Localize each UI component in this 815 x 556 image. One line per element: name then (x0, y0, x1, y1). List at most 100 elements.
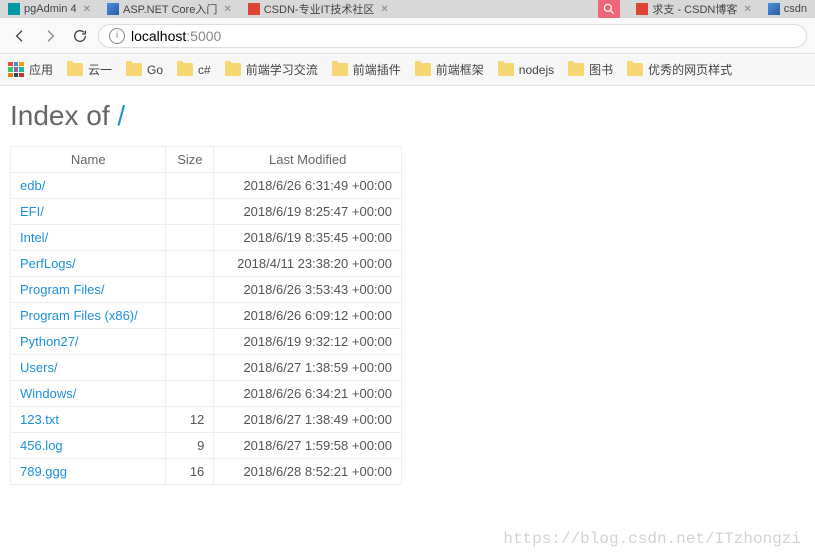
file-size-cell (166, 355, 214, 381)
table-row: Windows/2018/6/26 6:34:21 +00:00 (11, 381, 402, 407)
close-icon[interactable]: ✕ (223, 4, 231, 15)
file-modified-cell: 2018/6/28 8:52:21 +00:00 (214, 459, 402, 485)
tab-favicon (8, 3, 20, 15)
bookmark-folder[interactable]: c# (177, 63, 211, 77)
bookmark-folder[interactable]: Go (126, 63, 163, 77)
file-link[interactable]: Intel/ (20, 230, 48, 245)
column-header-size[interactable]: Size (166, 147, 214, 173)
back-button[interactable] (8, 24, 32, 48)
table-row: 789.ggg 162018/6/28 8:52:21 +00:00 (11, 459, 402, 485)
bookmark-folder[interactable]: nodejs (498, 63, 554, 77)
file-link[interactable]: 123.txt (20, 412, 59, 427)
file-size-cell (166, 199, 214, 225)
file-modified-cell: 2018/6/26 6:09:12 +00:00 (214, 303, 402, 329)
file-name-cell: Python27/ (11, 329, 166, 355)
file-modified-cell: 2018/6/27 1:38:49 +00:00 (214, 407, 402, 433)
page-title: Index of / (10, 100, 805, 132)
file-modified-cell: 2018/6/19 8:25:47 +00:00 (214, 199, 402, 225)
column-header-name[interactable]: Name (11, 147, 166, 173)
folder-icon (415, 63, 431, 76)
file-size-cell: 9 (166, 433, 214, 459)
table-row: EFI/2018/6/19 8:25:47 +00:00 (11, 199, 402, 225)
forward-button[interactable] (38, 24, 62, 48)
file-modified-cell: 2018/6/26 3:53:43 +00:00 (214, 277, 402, 303)
file-name-cell: Users/ (11, 355, 166, 381)
table-row: Program Files/2018/6/26 3:53:43 +00:00 (11, 277, 402, 303)
file-link[interactable]: edb/ (20, 178, 45, 193)
browser-tab[interactable]: pgAdmin 4✕ (0, 0, 99, 18)
column-header-modified[interactable]: Last Modified (214, 147, 402, 173)
table-row: Users/2018/6/27 1:38:59 +00:00 (11, 355, 402, 381)
tab-favicon (768, 3, 780, 15)
close-icon[interactable]: ✕ (743, 4, 751, 15)
file-modified-cell: 2018/6/19 9:32:12 +00:00 (214, 329, 402, 355)
file-modified-cell: 2018/4/11 23:38:20 +00:00 (214, 251, 402, 277)
tab-favicon (107, 3, 119, 15)
folder-icon (177, 63, 193, 76)
bookmark-folder[interactable]: 前端插件 (332, 61, 401, 78)
file-name-cell: Windows/ (11, 381, 166, 407)
file-modified-cell: 2018/6/26 6:34:21 +00:00 (214, 381, 402, 407)
table-row: edb/2018/6/26 6:31:49 +00:00 (11, 173, 402, 199)
browser-tab[interactable]: csdn (760, 0, 815, 18)
file-modified-cell: 2018/6/19 8:35:45 +00:00 (214, 225, 402, 251)
file-modified-cell: 2018/6/27 1:59:58 +00:00 (214, 433, 402, 459)
folder-icon (332, 63, 348, 76)
file-name-cell: 456.log (11, 433, 166, 459)
file-modified-cell: 2018/6/26 6:31:49 +00:00 (214, 173, 402, 199)
file-size-cell (166, 251, 214, 277)
file-size-cell: 16 (166, 459, 214, 485)
close-icon[interactable]: ✕ (83, 4, 91, 15)
table-row: Program Files (x86)/ 2018/6/26 6:09:12 +0… (11, 303, 402, 329)
file-name-cell: Program Files (x86)/ (11, 303, 166, 329)
browser-tab[interactable]: ASP.NET Core入门✕ (99, 0, 240, 18)
file-link[interactable]: Windows/ (20, 386, 76, 401)
file-link[interactable]: Program Files/ (20, 282, 105, 297)
search-icon[interactable] (598, 0, 620, 18)
folder-icon (498, 63, 514, 76)
browser-tab-bar: pgAdmin 4✕ ASP.NET Core入门✕ CSDN-专业IT技术社区… (0, 0, 815, 18)
table-row: Intel/2018/6/19 8:35:45 +00:00 (11, 225, 402, 251)
file-name-cell: EFI/ (11, 199, 166, 225)
browser-tab[interactable]: 求支 - CSDN博客✕ (628, 0, 759, 18)
apps-icon (8, 62, 24, 78)
folder-icon (627, 63, 643, 76)
bookmark-folder[interactable]: 优秀的网页样式 (627, 61, 732, 78)
close-icon[interactable]: ✕ (380, 4, 388, 15)
folder-icon (568, 63, 584, 76)
file-size-cell (166, 225, 214, 251)
apps-button[interactable]: 应用 (8, 61, 53, 78)
address-host: localhost (131, 28, 186, 44)
page-content: Index of / Name Size Last Modified edb/2… (0, 86, 815, 499)
file-modified-cell: 2018/6/27 1:38:59 +00:00 (214, 355, 402, 381)
watermark: https://blog.csdn.net/ITzhongzi (503, 530, 801, 548)
folder-icon (225, 63, 241, 76)
browser-tab[interactable]: CSDN-专业IT技术社区✕ (240, 0, 397, 18)
file-link[interactable]: EFI/ (20, 204, 44, 219)
table-row: 123.txt122018/6/27 1:38:49 +00:00 (11, 407, 402, 433)
file-link[interactable]: Users/ (20, 360, 58, 375)
table-row: Python27/2018/6/19 9:32:12 +00:00 (11, 329, 402, 355)
file-name-cell: edb/ (11, 173, 166, 199)
folder-icon (126, 63, 142, 76)
bookmark-folder[interactable]: 云一 (67, 61, 112, 78)
tab-favicon (248, 3, 260, 15)
bookmark-folder[interactable]: 前端框架 (415, 61, 484, 78)
bookmark-folder[interactable]: 图书 (568, 61, 613, 78)
info-icon[interactable]: i (109, 28, 125, 44)
file-link[interactable]: Program Files (x86)/ (20, 308, 138, 323)
browser-nav-bar: i localhost:5000 (0, 18, 815, 54)
file-name-cell: Intel/ (11, 225, 166, 251)
table-row: PerfLogs/2018/4/11 23:38:20 +00:00 (11, 251, 402, 277)
file-link[interactable]: 789.ggg (20, 464, 67, 479)
file-link[interactable]: 456.log (20, 438, 63, 453)
file-link[interactable]: PerfLogs/ (20, 256, 76, 271)
address-bar[interactable]: i localhost:5000 (98, 24, 807, 48)
reload-button[interactable] (68, 24, 92, 48)
address-port: :5000 (186, 28, 221, 44)
bookmark-folder[interactable]: 前端学习交流 (225, 61, 318, 78)
file-name-cell: Program Files/ (11, 277, 166, 303)
file-size-cell (166, 277, 214, 303)
file-link[interactable]: Python27/ (20, 334, 79, 349)
file-size-cell (166, 381, 214, 407)
